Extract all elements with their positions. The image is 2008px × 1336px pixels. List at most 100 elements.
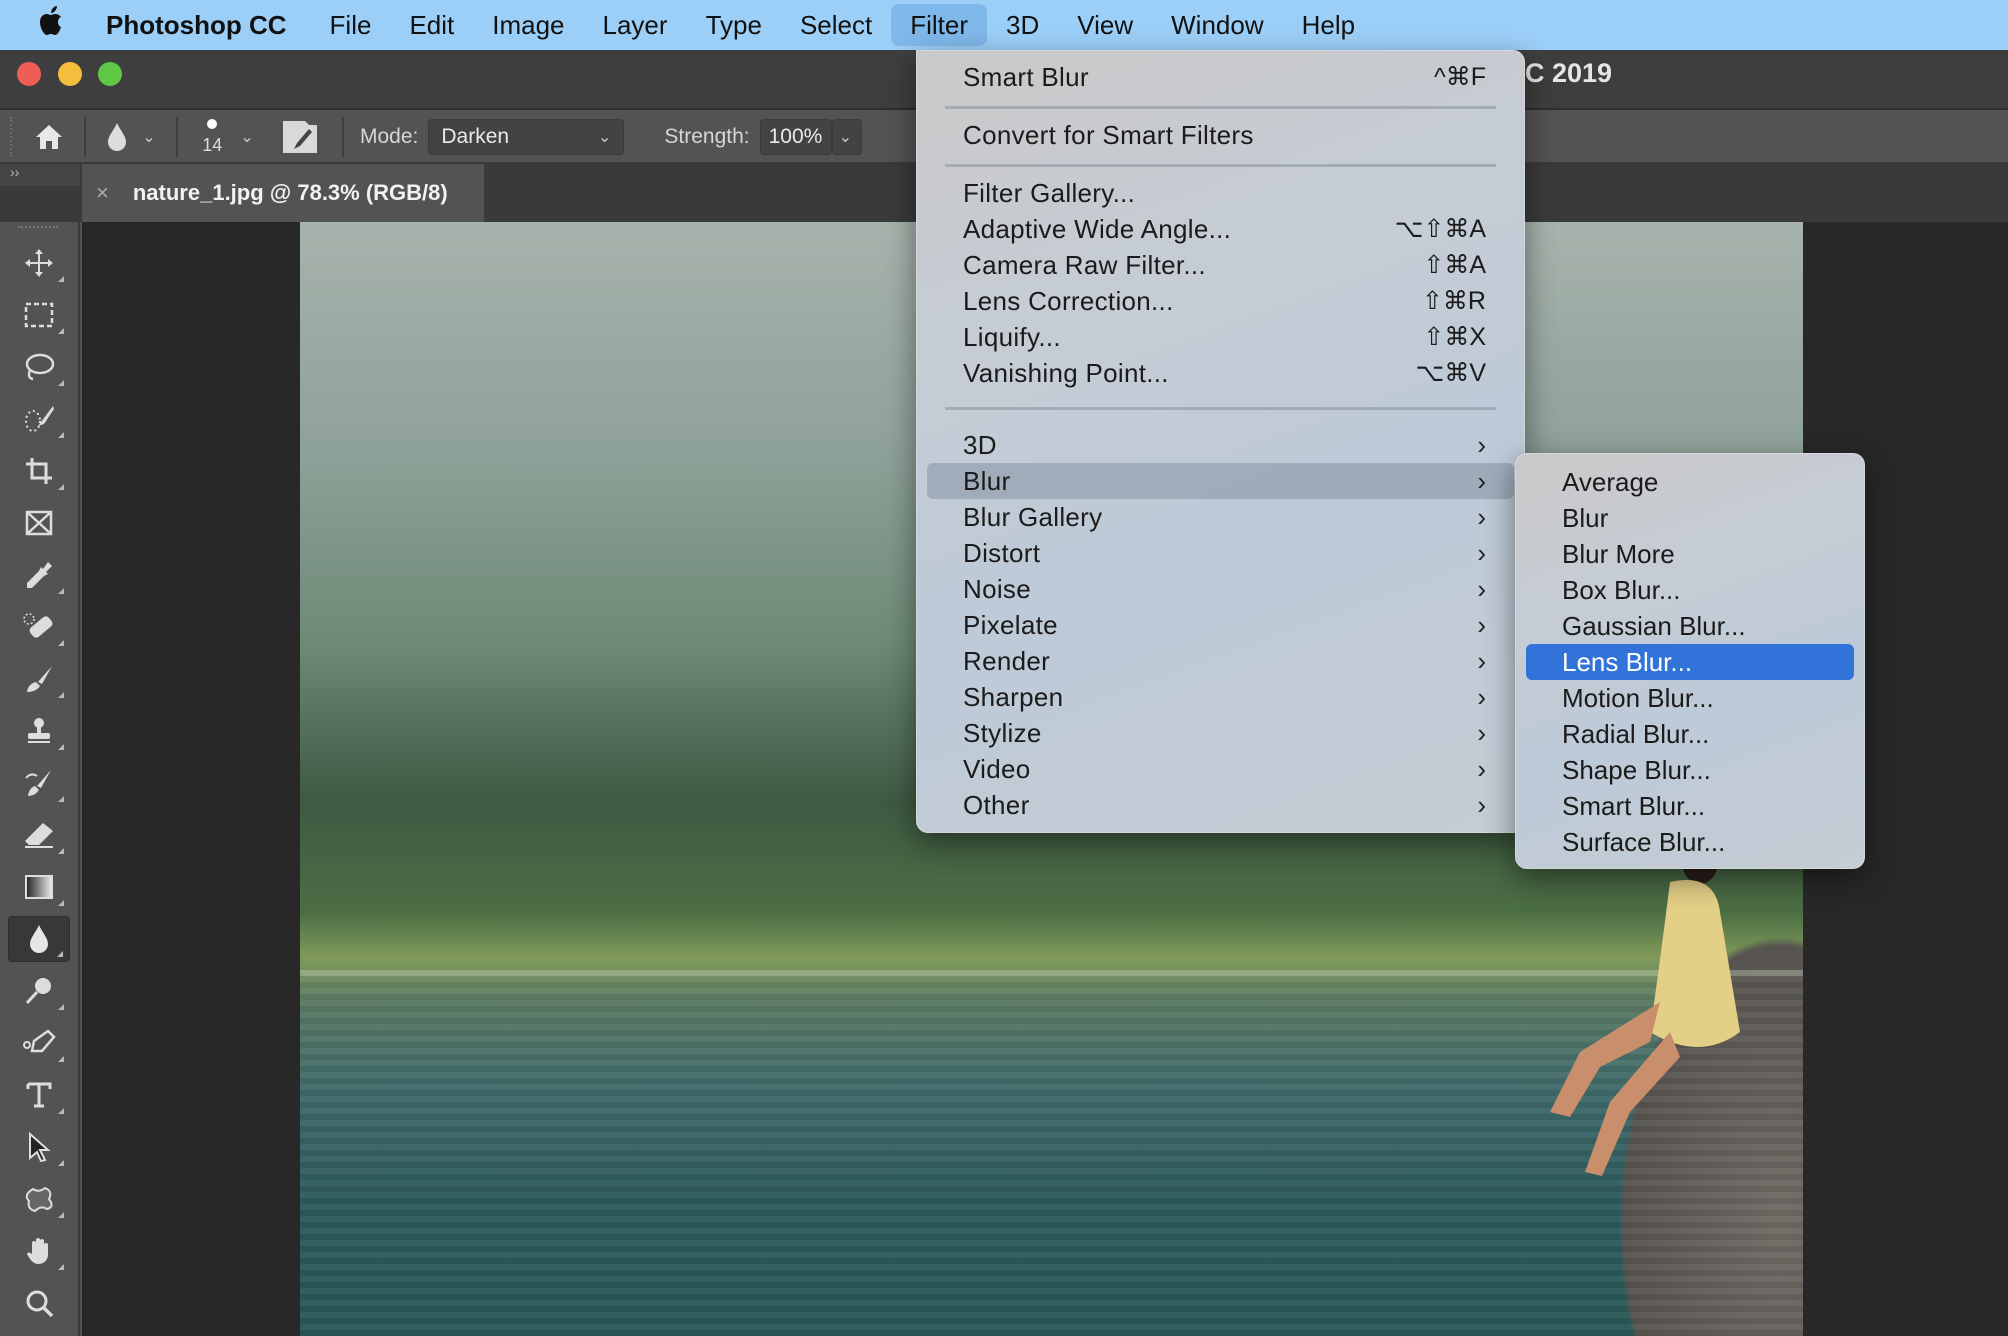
eraser-tool[interactable] (8, 812, 70, 858)
blur-tool[interactable] (8, 916, 70, 962)
separator (342, 117, 344, 157)
menu-edit[interactable]: Edit (390, 4, 473, 46)
arrow-cursor-icon (29, 1132, 51, 1162)
menu-item-adaptive-wide-angle[interactable]: Adaptive Wide Angle... ⌥⇧⌘A (927, 211, 1514, 247)
menu-item-label: Smart Blur (963, 61, 1089, 92)
quick-selection-tool[interactable] (8, 396, 70, 442)
menu-item-label: Distort (963, 537, 1041, 568)
strength-label: Strength: (664, 125, 750, 148)
menu-type[interactable]: Type (687, 4, 781, 46)
eyedropper-tool[interactable] (8, 552, 70, 598)
menu-view[interactable]: View (1058, 4, 1152, 46)
menu-item-video[interactable]: Video › (927, 751, 1514, 787)
frame-tool[interactable] (8, 500, 70, 546)
spot-healing-brush-tool[interactable] (8, 604, 70, 650)
brush-preset-picker[interactable]: 14 ⌄ (188, 118, 268, 156)
chevron-down-icon: ⌄ (838, 129, 853, 146)
menu-item-pixelate[interactable]: Pixelate › (927, 607, 1514, 643)
menu-item-vanishing-point[interactable]: Vanishing Point... ⌥⌘V (927, 355, 1514, 391)
custom-shape-icon (25, 1186, 53, 1213)
menu-item-render[interactable]: Render › (927, 643, 1514, 679)
menu-item-filter-gallery[interactable]: Filter Gallery... (927, 175, 1514, 211)
menu-item-label: 3D (963, 429, 997, 460)
lasso-tool[interactable] (8, 344, 70, 390)
tool-preset-picker[interactable]: ⌄ (96, 122, 166, 152)
home-icon[interactable] (24, 123, 74, 151)
menu-item-distort[interactable]: Distort › (927, 535, 1514, 571)
menu-item-noise[interactable]: Noise › (927, 571, 1514, 607)
custom-shape-tool[interactable] (8, 1176, 70, 1222)
submenu-item-radial-blur[interactable]: Radial Blur... (1526, 716, 1854, 752)
submenu-item-blur[interactable]: Blur (1526, 500, 1854, 536)
menu-item-3d[interactable]: 3D › (927, 427, 1514, 463)
frame-icon (25, 510, 53, 536)
submenu-item-blur-more[interactable]: Blur More (1526, 536, 1854, 572)
menu-item-smart-blur[interactable]: Smart Blur ^⌘F (927, 59, 1514, 95)
mode-dropdown[interactable]: Darken ⌄ (428, 119, 625, 155)
menu-filter[interactable]: Filter (891, 4, 987, 46)
hand-tool[interactable] (8, 1228, 70, 1274)
menu-separator (945, 106, 1496, 109)
menu-item-stylize[interactable]: Stylize › (927, 715, 1514, 751)
blur-drop-icon (30, 925, 48, 953)
menu-item-sharpen[interactable]: Sharpen › (927, 679, 1514, 715)
brush-tool[interactable] (8, 656, 70, 702)
menu-item-blur[interactable]: Blur › (927, 463, 1514, 499)
path-selection-tool[interactable] (8, 1124, 70, 1170)
crop-tool[interactable] (8, 448, 70, 494)
clone-stamp-tool[interactable] (8, 708, 70, 754)
menu-item-other[interactable]: Other › (927, 787, 1514, 823)
close-tab-icon[interactable]: × (96, 180, 109, 206)
submenu-item-box-blur[interactable]: Box Blur... (1526, 572, 1854, 608)
menu-app-name[interactable]: Photoshop CC (104, 4, 311, 46)
menu-layer[interactable]: Layer (584, 4, 687, 46)
menu-help[interactable]: Help (1283, 4, 1374, 46)
blur-submenu: Average Blur Blur More Box Blur... Gauss… (1515, 453, 1865, 869)
menu-image[interactable]: Image (473, 4, 583, 46)
rectangular-marquee-tool[interactable] (8, 292, 70, 338)
zoom-window-button[interactable] (98, 62, 122, 86)
menu-item-liquify[interactable]: Liquify... ⇧⌘X (927, 319, 1514, 355)
brush-settings-panel-button[interactable] (268, 121, 332, 153)
brush-size-value: 14 (202, 134, 223, 155)
submenu-item-label: Blur (1562, 502, 1609, 533)
close-window-button[interactable] (17, 62, 41, 86)
submenu-item-motion-blur[interactable]: Motion Blur... (1526, 680, 1854, 716)
menu-item-lens-correction[interactable]: Lens Correction... ⇧⌘R (927, 283, 1514, 319)
history-brush-tool[interactable] (8, 760, 70, 806)
submenu-item-surface-blur[interactable]: Surface Blur... (1526, 824, 1854, 860)
menu-window[interactable]: Window (1152, 4, 1282, 46)
submenu-item-average[interactable]: Average (1526, 464, 1854, 500)
hand-icon (27, 1238, 48, 1264)
options-grip[interactable] (10, 117, 24, 157)
move-tool[interactable] (8, 240, 70, 286)
zoom-tool[interactable] (8, 1280, 70, 1326)
menu-item-label: Filter Gallery... (963, 177, 1136, 208)
menu-item-shortcut: ⌥⌘V (1415, 359, 1486, 387)
strength-input[interactable]: 100% (759, 119, 832, 155)
menu-item-camera-raw-filter[interactable]: Camera Raw Filter... ⇧⌘A (927, 247, 1514, 283)
filter-menu: Smart Blur ^⌘F Convert for Smart Filters… (916, 50, 1525, 833)
type-tool[interactable] (8, 1072, 70, 1118)
menu-item-shortcut: ⇧⌘A (1423, 251, 1486, 279)
menu-3d[interactable]: 3D (987, 4, 1058, 46)
menu-select[interactable]: Select (781, 4, 891, 46)
menu-file[interactable]: File (311, 4, 391, 46)
strength-slider-toggle[interactable]: ⌄ (831, 119, 862, 155)
submenu-item-shape-blur[interactable]: Shape Blur... (1526, 752, 1854, 788)
toolbar-grip[interactable] (18, 226, 58, 232)
chevron-down-icon: ⌄ (142, 129, 156, 146)
submenu-item-smart-blur[interactable]: Smart Blur... (1526, 788, 1854, 824)
dodge-tool[interactable] (8, 968, 70, 1014)
submenu-item-lens-blur[interactable]: Lens Blur... (1526, 644, 1854, 680)
minimize-window-button[interactable] (58, 62, 82, 86)
menu-item-convert-smart-filters[interactable]: Convert for Smart Filters (927, 117, 1514, 153)
pen-tool[interactable] (8, 1020, 70, 1066)
apple-menu-icon[interactable] (0, 5, 104, 45)
menu-item-label: Blur Gallery (963, 501, 1103, 532)
gradient-tool[interactable] (8, 864, 70, 910)
menu-item-blur-gallery[interactable]: Blur Gallery › (927, 499, 1514, 535)
document-tab[interactable]: × nature_1.jpg @ 78.3% (RGB/8) (82, 164, 484, 222)
submenu-item-gaussian-blur[interactable]: Gaussian Blur... (1526, 608, 1854, 644)
panel-collapse-toggle[interactable]: ›› (0, 164, 80, 186)
